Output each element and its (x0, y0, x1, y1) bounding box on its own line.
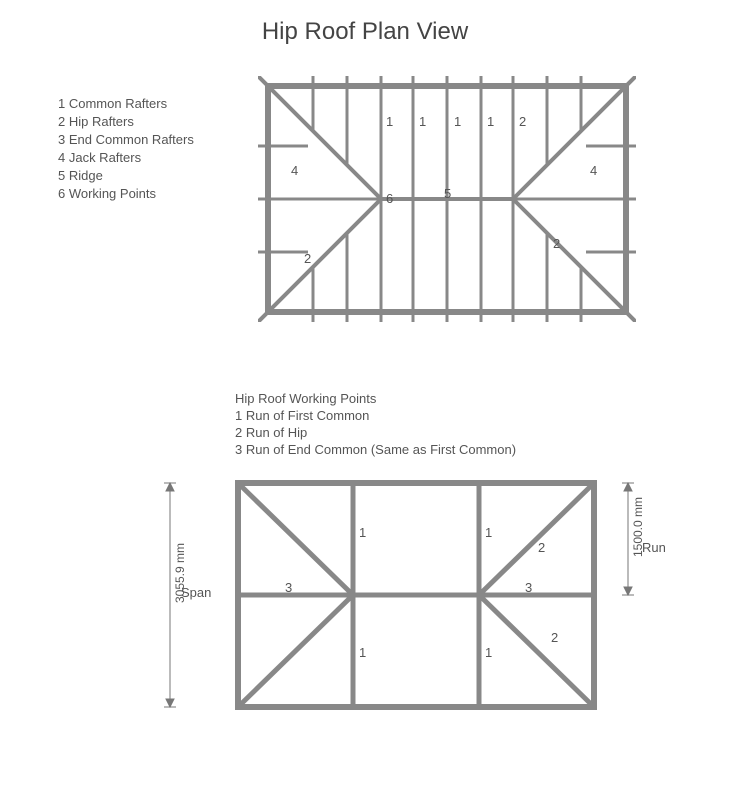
page: Hip Roof Plan View 1 Common Rafters 2 Hi… (0, 0, 730, 801)
legend-item-6: 6 Working Points (58, 185, 194, 203)
wp-callout-1br: 1 (485, 645, 492, 660)
legend-item-3: 3 End Common Rafters (58, 131, 194, 149)
callout-4b: 4 (590, 163, 597, 178)
callout-1b: 1 (419, 114, 426, 129)
wp-callout-2tr: 2 (538, 540, 545, 555)
wp-callout-1tl: 1 (359, 525, 366, 540)
legend-item-2: 2 Hip Rafters (58, 113, 194, 131)
legend2-item-1: 1 Run of First Common (235, 407, 516, 424)
callout-1c: 1 (454, 114, 461, 129)
diagram-plan-view: 1 1 1 1 2 4 4 6 5 2 2 (258, 76, 636, 322)
wp-callout-1bl: 1 (359, 645, 366, 660)
wp-callout-2br: 2 (551, 630, 558, 645)
callout-1a: 1 (386, 114, 393, 129)
legend2-item-3: 3 Run of End Common (Same as First Commo… (235, 441, 516, 458)
legend2-heading: Hip Roof Working Points (235, 390, 516, 407)
legend-top: 1 Common Rafters 2 Hip Rafters 3 End Com… (58, 95, 194, 203)
callout-6: 6 (386, 191, 393, 206)
callout-2a: 2 (519, 114, 526, 129)
callout-2c: 2 (553, 236, 560, 251)
callout-2b: 2 (304, 251, 311, 266)
callout-5: 5 (444, 186, 451, 201)
wp-callout-3l: 3 (285, 580, 292, 595)
working-points-svg (235, 480, 597, 710)
callout-1d: 1 (487, 114, 494, 129)
legend2-item-2: 2 Run of Hip (235, 424, 516, 441)
page-title: Hip Roof Plan View (0, 18, 730, 46)
dimension-run-label: Run (642, 540, 666, 555)
wp-callout-3r: 3 (525, 580, 532, 595)
legend-item-5: 5 Ridge (58, 167, 194, 185)
legend-item-4: 4 Jack Rafters (58, 149, 194, 167)
legend-item-1: 1 Common Rafters (58, 95, 194, 113)
wp-callout-1tr: 1 (485, 525, 492, 540)
dimension-span-label: Span (181, 585, 211, 600)
legend-working-points: Hip Roof Working Points 1 Run of First C… (235, 390, 516, 458)
diagram-working-points: 1 1 1 1 2 2 3 3 (235, 480, 597, 710)
callout-4a: 4 (291, 163, 298, 178)
